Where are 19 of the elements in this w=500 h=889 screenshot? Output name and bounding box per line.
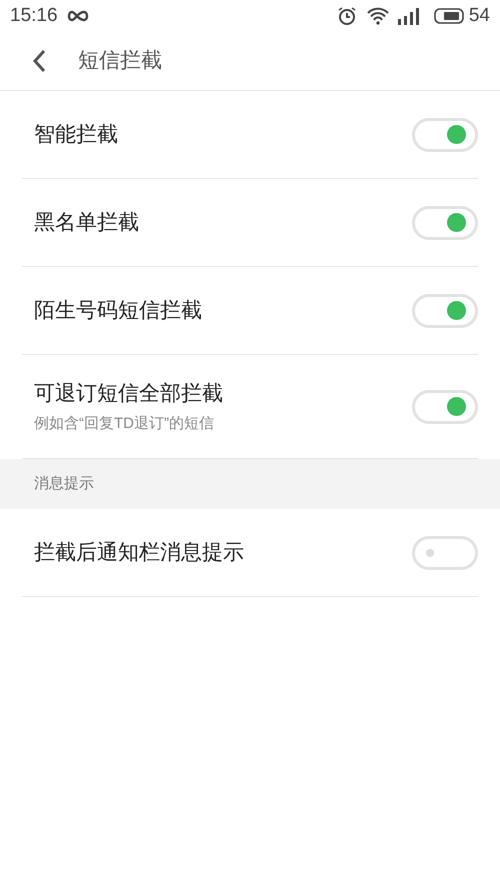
section-header: 消息提示 (0, 459, 500, 509)
setting-label: 黑名单拦截 (34, 210, 140, 236)
battery-icon (432, 8, 465, 24)
battery-percent: 54 (468, 4, 490, 28)
toggle-switch[interactable] (412, 118, 478, 152)
setting-label: 拦截后通知栏消息提示 (34, 540, 245, 566)
infinity-icon (66, 10, 90, 22)
setting-label: 智能拦截 (34, 122, 119, 148)
toggle-switch[interactable] (412, 390, 478, 424)
toggle-switch[interactable] (412, 206, 478, 240)
setting-label: 陌生号码短信拦截 (34, 298, 203, 324)
setting-label: 可退订短信全部拦截 (34, 380, 224, 406)
status-time: 15:16 (10, 4, 58, 28)
alarm-icon (336, 6, 357, 26)
setting-description: 例如含“回复TD退订”的短信 (34, 414, 215, 434)
wifi-icon (366, 7, 389, 25)
toggle-switch[interactable] (412, 536, 478, 570)
toggle-switch[interactable] (412, 294, 478, 328)
page-title: 短信拦截 (78, 48, 162, 74)
